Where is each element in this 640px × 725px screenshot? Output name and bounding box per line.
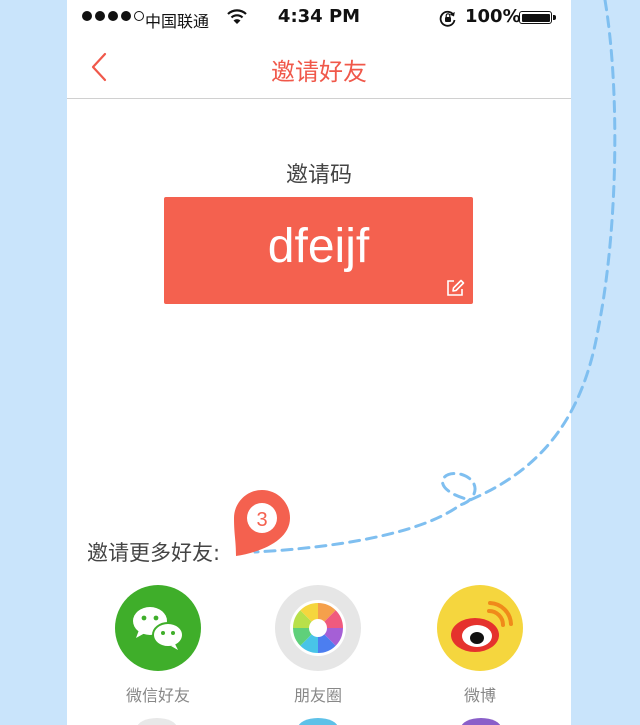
weibo-icon	[437, 585, 523, 671]
invite-code-box: dfeijf	[164, 197, 473, 304]
partial-share-icon	[298, 718, 338, 725]
share-weibo-label: 微博	[463, 686, 496, 705]
invite-more-label: 邀请更多好友:	[87, 541, 221, 565]
share-weibo-button[interactable]: 微博	[420, 585, 540, 706]
share-wechat-button[interactable]: 微信好友	[98, 585, 218, 706]
page-title: 邀请好友	[271, 58, 367, 86]
edit-icon[interactable]	[445, 278, 465, 302]
nav-divider	[67, 98, 571, 99]
share-wechat-label: 微信好友	[125, 686, 190, 705]
status-bar: 中国联通 4:34 PM 100%	[67, 0, 571, 36]
partial-share-icon	[137, 718, 177, 725]
rotation-lock-icon	[439, 9, 457, 31]
moments-icon	[275, 585, 361, 671]
share-moments-label: 朋友圈	[293, 686, 342, 705]
share-moments-button[interactable]: 朋友圈	[258, 585, 378, 706]
phone-screen: 中国联通 4:34 PM 100% 邀请好友 邀请码 dfeijf 邀请更多好友…	[67, 0, 571, 725]
battery-percentage: 100%	[465, 6, 521, 27]
invite-code-label: 邀请码	[285, 163, 352, 188]
invite-code-value: dfeijf	[267, 220, 370, 273]
partial-share-icon	[461, 718, 501, 725]
navigation-bar: 邀请好友	[67, 36, 571, 98]
wechat-icon	[115, 585, 201, 671]
battery-icon	[519, 11, 556, 24]
